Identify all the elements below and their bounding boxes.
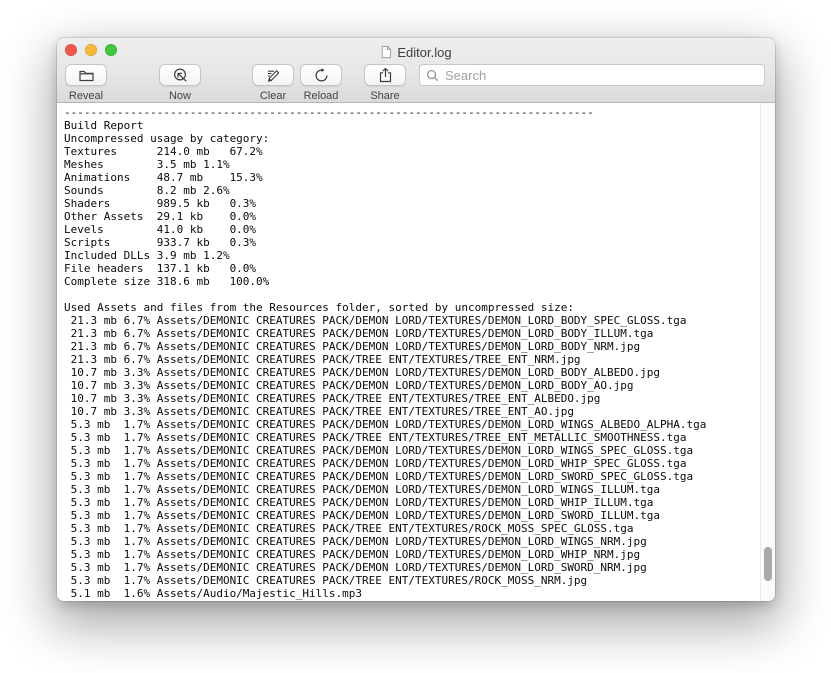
reveal-button-label: Reveal — [69, 90, 103, 102]
window-titlebar[interactable]: Editor.log — [57, 38, 775, 62]
share-button[interactable] — [364, 64, 406, 86]
log-content-area[interactable]: ----------------------------------------… — [57, 103, 775, 601]
toolbar: Reveal Now — [57, 62, 775, 103]
window-chrome: Editor.log Reveal — [57, 38, 775, 103]
scrollbar-thumb[interactable] — [764, 547, 772, 581]
reveal-button[interactable] — [65, 64, 107, 86]
search-field[interactable] — [419, 64, 765, 86]
folder-icon — [78, 68, 95, 83]
share-button-label: Share — [370, 90, 399, 102]
desktop-background: Editor.log Reveal — [0, 0, 831, 673]
window-title: Editor.log — [397, 45, 451, 60]
scrollbar-track[interactable] — [760, 103, 775, 601]
search-icon — [426, 69, 439, 82]
reload-button[interactable] — [300, 64, 342, 86]
console-log-window: Editor.log Reveal — [57, 38, 775, 601]
jump-to-now-icon — [172, 67, 189, 84]
document-icon — [380, 45, 392, 59]
clear-button-label: Clear — [260, 90, 286, 102]
clear-button[interactable] — [252, 64, 294, 86]
toolbar-item-clear: Clear — [248, 64, 298, 102]
toolbar-item-reveal: Reveal — [61, 64, 111, 102]
now-button[interactable] — [159, 64, 201, 86]
now-button-label: Now — [169, 90, 191, 102]
share-icon — [377, 67, 394, 84]
clear-pencil-icon — [265, 67, 282, 84]
reload-icon — [313, 67, 330, 84]
toolbar-item-share: Share — [360, 64, 410, 102]
search-input[interactable] — [443, 67, 758, 84]
log-text: ----------------------------------------… — [57, 103, 775, 600]
reload-button-label: Reload — [304, 90, 339, 102]
toolbar-item-now: Now — [155, 64, 205, 102]
toolbar-item-reload: Reload — [296, 64, 346, 102]
title-area: Editor.log — [57, 38, 775, 62]
